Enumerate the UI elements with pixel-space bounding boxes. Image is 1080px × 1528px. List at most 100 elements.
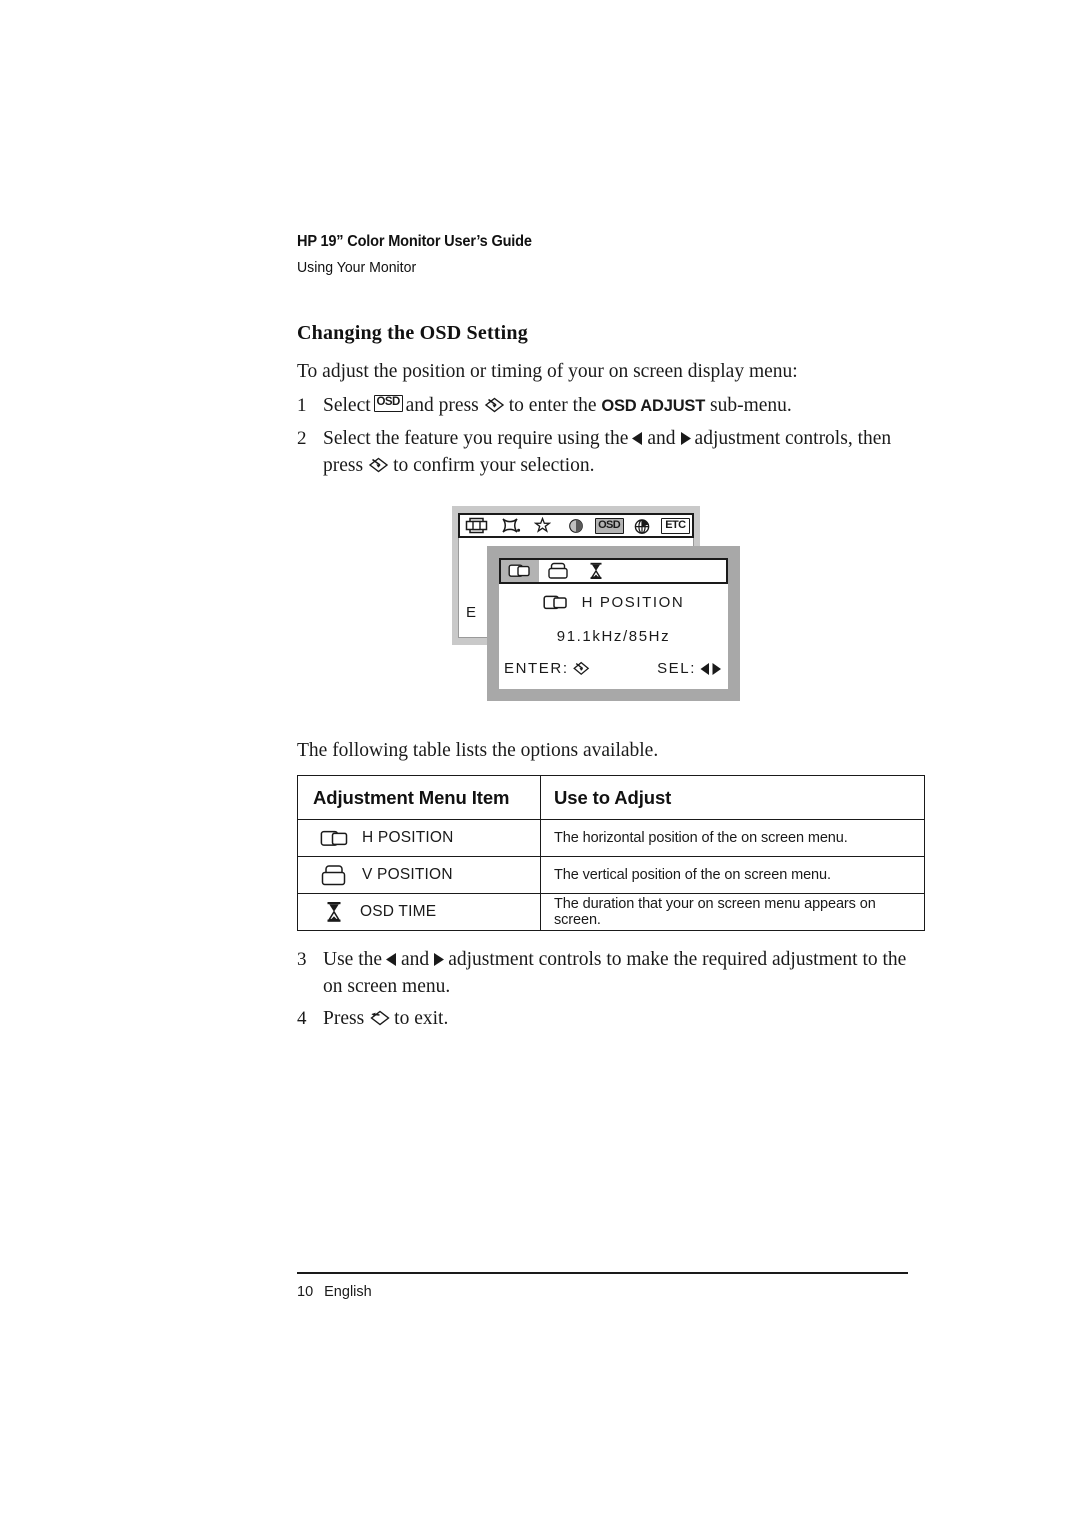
step-number: 1 xyxy=(297,395,307,416)
toolbar-item-screen-size[interactable] xyxy=(460,515,493,536)
step-number: 2 xyxy=(297,428,307,449)
table-cell-description: The horizontal position of the on screen… xyxy=(540,819,925,857)
osd-sub-menu-body: H POSITION 91.1kHz/85Hz ENTER: SEL: xyxy=(499,584,728,689)
adjustment-options-table: Adjustment Menu Item Use to Adjust H POS… xyxy=(297,775,925,931)
step1-text-b: and press xyxy=(405,395,479,416)
footer-rule xyxy=(297,1272,908,1275)
left-arrow-icon xyxy=(385,952,398,967)
toolbar-item-brightness[interactable] xyxy=(526,515,559,536)
document-page: HP 19” Color Monitor User’s Guide Using … xyxy=(0,0,1080,1528)
step-number: 4 xyxy=(297,1008,307,1029)
toolbar-item-contrast[interactable] xyxy=(559,515,592,536)
screen-size-icon xyxy=(465,517,488,534)
enter-button-icon xyxy=(572,660,590,677)
table-item-label: V POSITION xyxy=(362,866,453,883)
osd-main-menu-toolbar: OSD ETC xyxy=(458,513,694,538)
globe-language-icon xyxy=(634,518,650,534)
toolbar-item-language[interactable] xyxy=(626,515,659,536)
table-cell-menu-item: H POSITION xyxy=(297,819,541,857)
step-text: Select OSD and press to enter the OSD ADJUS… xyxy=(323,392,922,420)
h-position-icon xyxy=(508,564,530,577)
toolbar-item-pincushion[interactable] xyxy=(493,515,526,536)
step4-text-a: Press xyxy=(323,1008,365,1029)
v-position-icon xyxy=(320,864,350,887)
toolbar-osd-label: OSD xyxy=(598,518,621,531)
footer-language: English xyxy=(324,1284,372,1300)
h-position-icon xyxy=(320,829,350,848)
submenu-tab-osd-time[interactable] xyxy=(577,560,615,582)
step4-text-b: to exit. xyxy=(394,1008,449,1029)
step-item-4: 4 Press to exit. xyxy=(297,1005,922,1032)
osd-illustration: OSD ETC E N H POSITION 91.1kHz/85Hz ENTE… xyxy=(452,506,752,706)
step-number: 3 xyxy=(297,949,307,970)
step1-text-c: to enter the xyxy=(508,395,597,416)
step-item-1: 1 Select OSD and press to enter the OSD ADJ… xyxy=(297,392,922,420)
toolbar-etc-label: ETC xyxy=(665,518,686,531)
toolbar-item-etc[interactable]: ETC xyxy=(659,515,692,536)
osd-item-label: H POSITION xyxy=(581,594,685,611)
step-text: Press to exit. xyxy=(323,1005,922,1032)
osd-button-icon-label: OSD xyxy=(376,396,400,408)
table-cell-description: The vertical position of the on screen m… xyxy=(540,856,925,894)
h-position-icon xyxy=(543,595,567,610)
enter-button-icon xyxy=(367,455,389,475)
left-right-arrows-icon xyxy=(699,662,723,676)
osd-enter-hint: ENTER: xyxy=(504,660,590,677)
running-head: HP 19” Color Monitor User’s Guide Using … xyxy=(297,232,917,279)
step2-text-b: and xyxy=(647,428,676,449)
running-head-title: HP 19” Color Monitor User’s Guide xyxy=(297,233,532,250)
table-row: V POSITION The vertical position of the … xyxy=(297,856,925,894)
step-item-3: 3 Use the and adjustment controls to make … xyxy=(297,946,922,1000)
left-arrow-icon xyxy=(631,431,644,446)
steps-list-top: 1 Select OSD and press to enter the OSD ADJ… xyxy=(297,392,922,484)
pincushion-icon xyxy=(502,518,520,533)
page-number: 10 xyxy=(297,1284,314,1300)
osd-sub-menu: H POSITION 91.1kHz/85Hz ENTER: SEL: xyxy=(487,546,740,701)
star-brightness-icon xyxy=(534,517,552,533)
osd-select-label: SEL: xyxy=(657,660,696,677)
step2-text-d: to confirm your selection. xyxy=(393,455,595,476)
osd-button-icon: OSD xyxy=(373,395,403,412)
osd-selected-item: H POSITION xyxy=(499,594,728,611)
table-row: H POSITION The horizontal position of th… xyxy=(297,819,925,857)
enter-button-icon xyxy=(483,395,505,415)
right-arrow-icon xyxy=(432,952,445,967)
step1-text-a: Select xyxy=(323,395,371,416)
step3-text-b: and xyxy=(401,949,430,970)
osd-time-icon xyxy=(590,562,602,579)
table-header-row: Adjustment Menu Item Use to Adjust xyxy=(297,775,925,820)
step1-emphasis-osd-adjust: OSD ADJUST xyxy=(601,397,706,415)
table-header-menu-item: Adjustment Menu Item xyxy=(297,775,541,820)
osd-sub-menu-toolbar xyxy=(499,558,728,584)
running-head-subtitle: Using Your Monitor xyxy=(297,259,417,276)
exit-button-icon xyxy=(368,1008,390,1028)
section-heading: Changing the OSD Setting xyxy=(297,322,528,344)
osd-frequency-readout: 91.1kHz/85Hz xyxy=(556,628,671,645)
submenu-tab-h-position[interactable] xyxy=(501,560,539,582)
step3-text-a: Use the xyxy=(323,949,383,970)
step-text: Use the and adjustment controls to make th… xyxy=(323,946,922,1000)
osd-sub-menu-footer: ENTER: SEL: xyxy=(504,660,723,677)
right-arrow-icon xyxy=(679,431,692,446)
table-item-description: The duration that your on screen menu ap… xyxy=(554,896,876,928)
osd-select-hint: SEL: xyxy=(657,660,723,677)
submenu-tab-v-position[interactable] xyxy=(539,560,577,582)
table-item-description: The vertical position of the on screen m… xyxy=(554,867,831,883)
table-item-label: OSD TIME xyxy=(360,903,437,920)
step1-text-d: sub-menu. xyxy=(709,395,792,416)
table-cell-description: The duration that your on screen menu ap… xyxy=(540,893,925,931)
v-position-icon xyxy=(548,562,568,579)
intro-paragraph: To adjust the position or timing of your… xyxy=(297,361,798,382)
table-header-use-to-adjust: Use to Adjust xyxy=(540,775,925,820)
table-item-description: The horizontal position of the on screen… xyxy=(554,830,848,846)
steps-list-bottom: 3 Use the and adjustment controls to make … xyxy=(297,946,922,1037)
toolbar-item-osd[interactable]: OSD xyxy=(593,515,626,536)
osd-item-icon xyxy=(543,594,569,611)
table-item-label: H POSITION xyxy=(362,829,454,846)
contrast-icon xyxy=(569,518,583,533)
footer: 10 English xyxy=(297,1284,372,1300)
table-cell-menu-item: V POSITION xyxy=(297,856,541,894)
osd-time-icon xyxy=(325,901,343,923)
osd-enter-label: ENTER: xyxy=(504,660,569,677)
step-item-2: 2 Select the feature you require using t… xyxy=(297,425,922,479)
